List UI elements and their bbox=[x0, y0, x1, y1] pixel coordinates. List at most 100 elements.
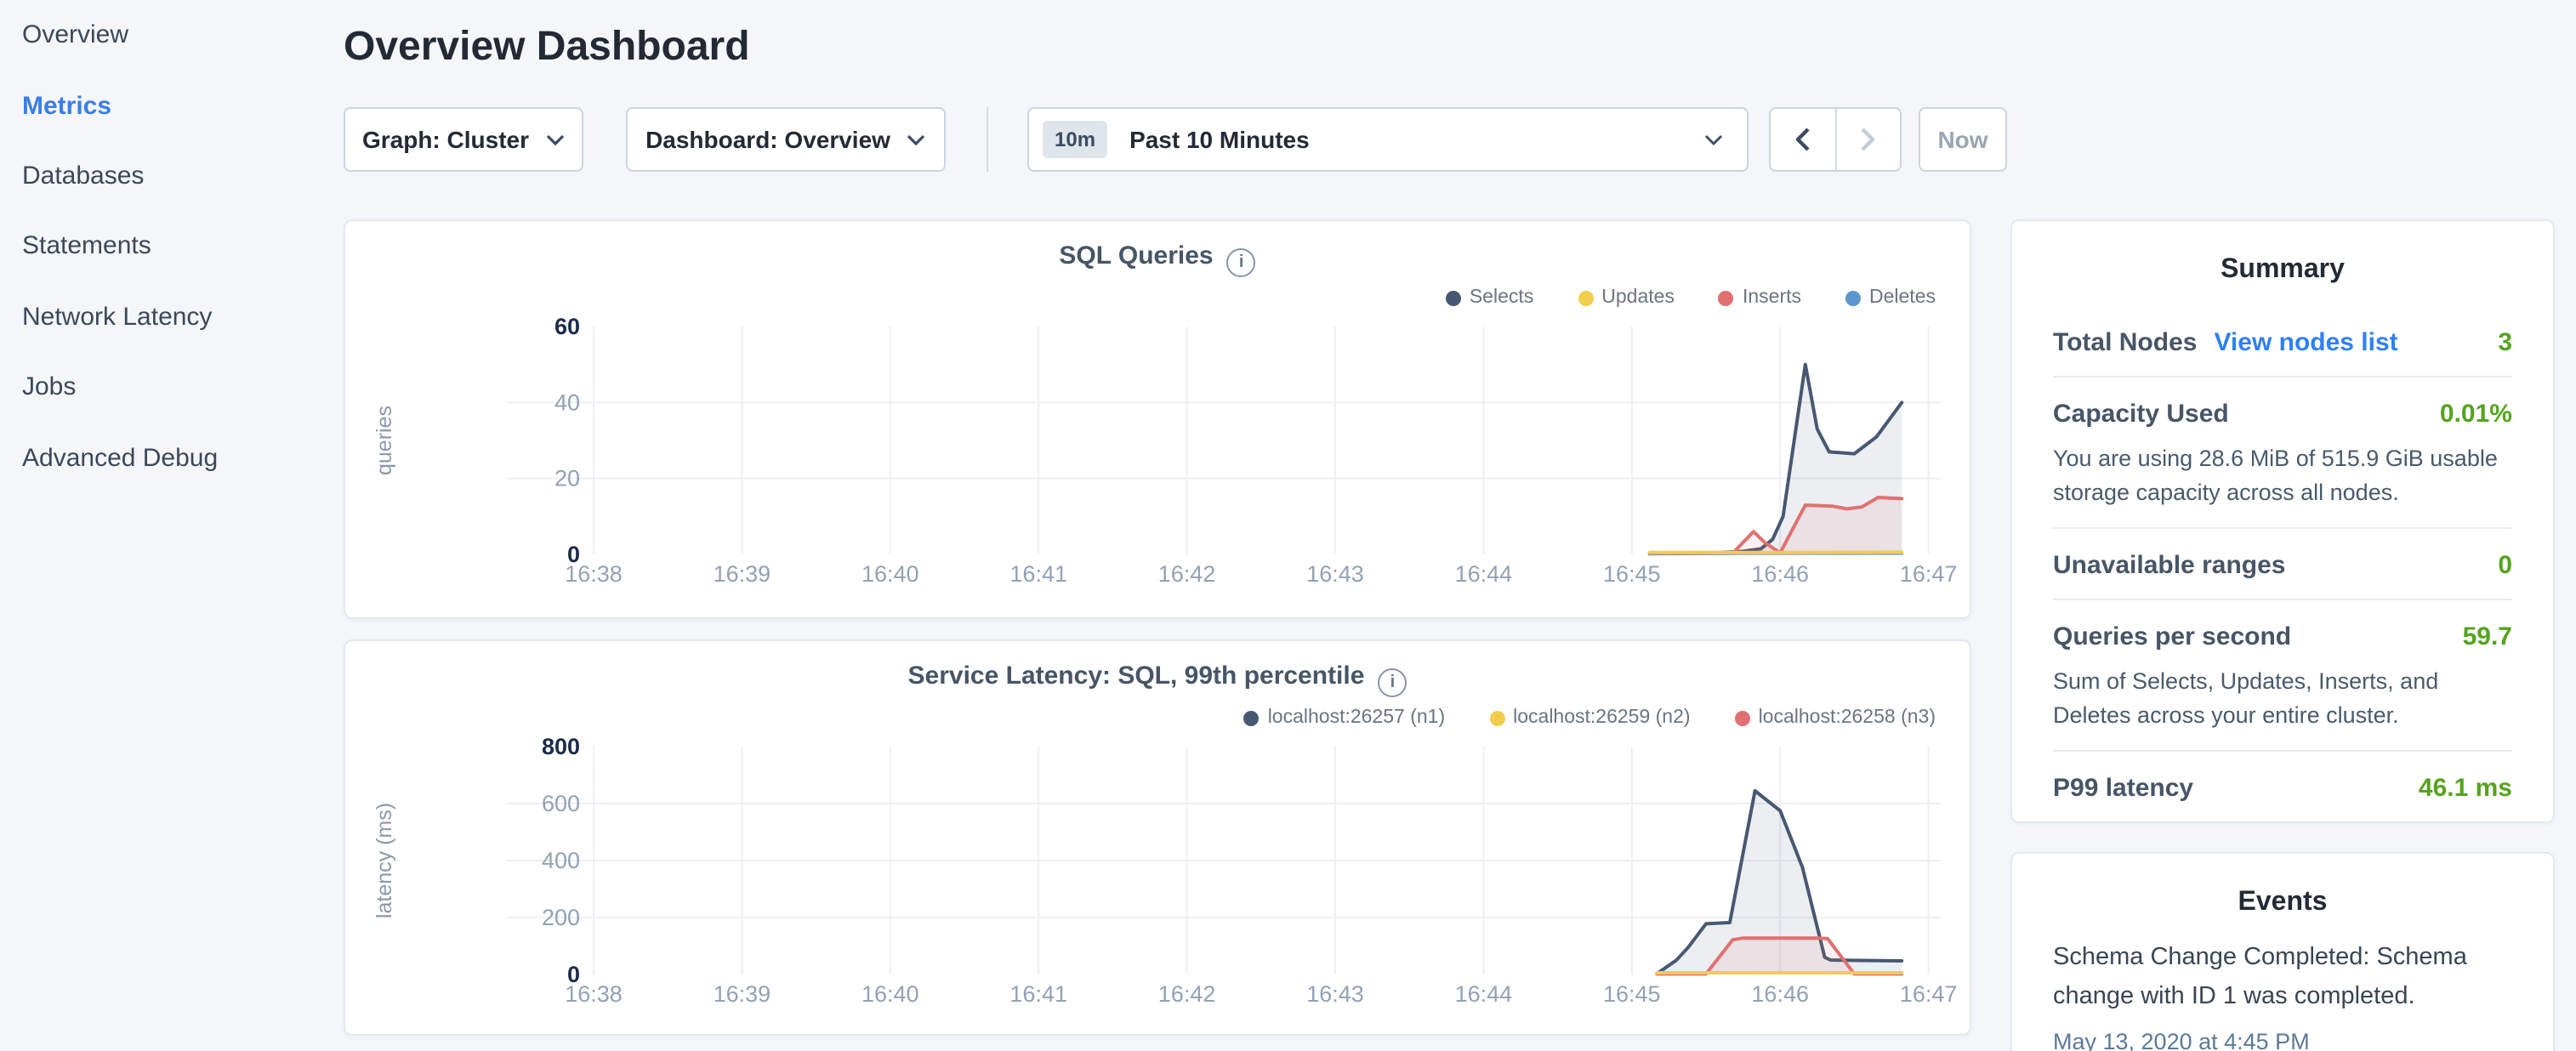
summary-row-subtext: Sum of Selects, Updates, Inserts, and De… bbox=[2053, 665, 2512, 731]
y-tick-label: 60 bbox=[554, 314, 580, 339]
summary-row-value: 46.1 ms bbox=[2419, 775, 2512, 804]
summary-row-unavailable-ranges: Unavailable ranges 0 bbox=[2053, 529, 2512, 599]
graph-scope-label: Graph: Cluster bbox=[362, 126, 529, 153]
sidebar-item-network-latency[interactable]: Network Latency bbox=[0, 281, 340, 352]
dashboard-dropdown[interactable]: Dashboard: Overview bbox=[626, 107, 946, 172]
legend-dot-icon bbox=[1735, 710, 1750, 725]
legend-dot-icon bbox=[1446, 290, 1461, 305]
x-tick-label: 16:47 bbox=[1900, 981, 1958, 1007]
summary-panel: Summary Total Nodes View nodes list 3 Ca… bbox=[2010, 219, 2555, 823]
chevron-left-icon bbox=[1796, 128, 1810, 151]
x-tick-label: 16:38 bbox=[565, 981, 623, 1007]
chart-title: Service Latency: SQL, 99th percentile bbox=[908, 662, 1365, 690]
legend-label: localhost:26259 (n2) bbox=[1513, 707, 1690, 728]
charts-column: SQL Queries i Selects Updates Inserts Delete… bbox=[344, 219, 1971, 1036]
app-root: Overview Metrics Databases Statements Ne… bbox=[0, 0, 2576, 1051]
y-tick-label: 200 bbox=[542, 905, 580, 930]
y-axis-title: queries bbox=[372, 406, 396, 475]
chevron-right-icon bbox=[1862, 128, 1875, 151]
chart-title-row: Service Latency: SQL, 99th percentile i bbox=[345, 662, 1970, 696]
legend-item: Selects bbox=[1446, 286, 1533, 310]
event-text: Schema Change Completed: Schema change w… bbox=[2053, 939, 2512, 1019]
legend-item: localhost:26257 (n1) bbox=[1244, 706, 1445, 730]
sidebar-item-jobs[interactable]: Jobs bbox=[0, 352, 340, 423]
x-tick-label: 16:41 bbox=[1009, 561, 1067, 587]
y-tick-label: 600 bbox=[542, 791, 580, 816]
x-tick-label: 16:41 bbox=[1009, 981, 1067, 1007]
sql-queries-chart[interactable]: 020406016:3816:3916:4016:4116:4216:4316:… bbox=[345, 310, 1971, 612]
controls-divider bbox=[987, 107, 988, 172]
legend-label: localhost:26258 (n3) bbox=[1759, 707, 1936, 728]
x-tick-label: 16:44 bbox=[1455, 981, 1513, 1007]
summary-row-label: Total Nodes bbox=[2053, 328, 2197, 357]
event-list-item[interactable]: Schema Change Completed: Schema change w… bbox=[2053, 939, 2512, 1051]
dashboard-dropdown-label: Dashboard: Overview bbox=[645, 126, 890, 153]
x-tick-label: 16:46 bbox=[1751, 981, 1809, 1007]
legend-dot-icon bbox=[1578, 290, 1593, 305]
sidebar-item-metrics[interactable]: Metrics bbox=[0, 71, 340, 141]
time-window-label: Past 10 Minutes bbox=[1129, 126, 1310, 153]
summary-row-label: Queries per second bbox=[2053, 622, 2291, 651]
chevron-down-icon bbox=[546, 134, 565, 145]
info-icon[interactable]: i bbox=[1378, 668, 1407, 697]
summary-row-total-nodes: Total Nodes View nodes list 3 bbox=[2053, 306, 2512, 376]
y-tick-label: 800 bbox=[542, 734, 580, 759]
x-tick-label: 16:39 bbox=[714, 981, 771, 1007]
service-latency-chart[interactable]: 020040060080016:3816:3916:4016:4116:4216… bbox=[345, 730, 1971, 1032]
event-timestamp: May 13, 2020 at 4:45 PM bbox=[2053, 1029, 2512, 1051]
x-tick-label: 16:42 bbox=[1158, 981, 1216, 1007]
now-button[interactable]: Now bbox=[1919, 107, 2007, 172]
sidebar-nav: Overview Metrics Databases Statements Ne… bbox=[0, 0, 340, 1051]
chart-title-row: SQL Queries i bbox=[345, 241, 1970, 276]
series-group bbox=[1650, 365, 1902, 554]
summary-row-value: 3 bbox=[2498, 328, 2512, 357]
x-tick-label: 16:43 bbox=[1306, 981, 1364, 1007]
right-column: Summary Total Nodes View nodes list 3 Ca… bbox=[2010, 219, 2555, 1051]
legend-label: Deletes bbox=[1869, 287, 1936, 308]
x-tick-label: 16:42 bbox=[1158, 561, 1216, 587]
summary-title: Summary bbox=[2053, 255, 2512, 286]
sidebar-item-advanced-debug[interactable]: Advanced Debug bbox=[0, 423, 340, 493]
time-window-selector[interactable]: 10m Past 10 Minutes bbox=[1027, 107, 1749, 172]
chart-title: SQL Queries bbox=[1059, 241, 1213, 270]
x-tick-label: 16:46 bbox=[1751, 561, 1809, 587]
y-tick-label: 20 bbox=[554, 466, 580, 491]
legend-label: localhost:26257 (n1) bbox=[1268, 707, 1445, 728]
events-panel: Events Schema Change Completed: Schema c… bbox=[2010, 852, 2555, 1051]
summary-row-subtext: You are using 28.6 MiB of 515.9 GiB usab… bbox=[2053, 442, 2512, 508]
summary-row-value: 0.01% bbox=[2440, 400, 2512, 429]
time-step-buttons bbox=[1769, 107, 1902, 172]
time-step-back-button[interactable] bbox=[1771, 109, 1836, 170]
legend-label: Inserts bbox=[1743, 287, 1801, 308]
summary-row-p99-latency: P99 latency 46.1 ms bbox=[2053, 753, 2512, 822]
legend-dot-icon bbox=[1719, 290, 1734, 305]
sidebar-item-statements[interactable]: Statements bbox=[0, 211, 340, 281]
sidebar-item-databases[interactable]: Databases bbox=[0, 141, 340, 212]
legend-item: Inserts bbox=[1719, 286, 1801, 310]
summary-row-label: Unavailable ranges bbox=[2053, 551, 2285, 580]
legend-dot-icon bbox=[1845, 290, 1861, 305]
x-tick-label: 16:45 bbox=[1603, 561, 1661, 587]
gridlines bbox=[507, 327, 1941, 554]
summary-row-value: 59.7 bbox=[2463, 622, 2512, 651]
sidebar-item-overview[interactable]: Overview bbox=[0, 0, 340, 71]
events-title: Events bbox=[2053, 888, 2512, 918]
main-content: Overview Dashboard Graph: Cluster Dashbo… bbox=[344, 0, 2576, 1051]
graph-scope-dropdown[interactable]: Graph: Cluster bbox=[344, 107, 583, 172]
page-title: Overview Dashboard bbox=[344, 24, 750, 71]
view-nodes-list-link[interactable]: View nodes list bbox=[2214, 328, 2397, 357]
dashboard-controls: Graph: Cluster Dashboard: Overview 10m P… bbox=[344, 107, 2576, 172]
y-tick-label: 400 bbox=[542, 848, 580, 873]
x-tick-label: 16:38 bbox=[565, 561, 623, 587]
info-icon[interactable]: i bbox=[1227, 248, 1256, 277]
legend-item: Updates bbox=[1578, 286, 1675, 310]
x-tick-label: 16:43 bbox=[1306, 561, 1364, 587]
summary-row-label: P99 latency bbox=[2053, 775, 2193, 804]
series-group bbox=[1657, 791, 1902, 974]
legend-item: localhost:26259 (n2) bbox=[1489, 706, 1690, 730]
time-step-forward-button[interactable] bbox=[1836, 109, 1900, 170]
summary-row-capacity-used: Capacity Used 0.01% You are using 28.6 M… bbox=[2053, 378, 2512, 527]
time-window-badge: 10m bbox=[1043, 121, 1107, 158]
x-tick-label: 16:39 bbox=[714, 561, 771, 587]
chart-legend: localhost:26257 (n1) localhost:26259 (n2)… bbox=[345, 706, 1936, 730]
